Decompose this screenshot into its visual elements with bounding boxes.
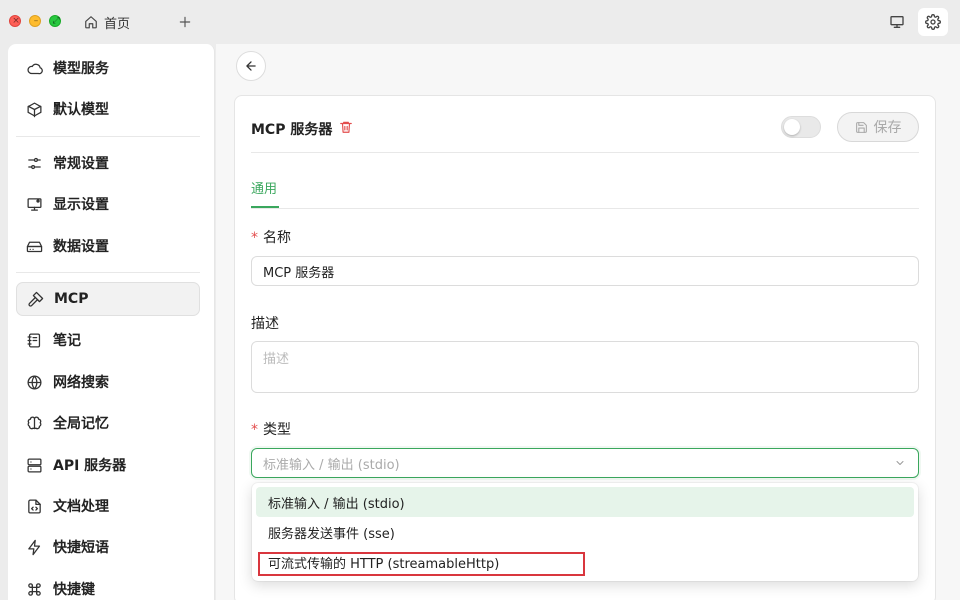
sidebar-item-quick-phrases[interactable]: 快捷短语 bbox=[16, 530, 200, 564]
sidebar-item-mcp[interactable]: MCP bbox=[16, 282, 200, 316]
monitor-icon bbox=[27, 197, 42, 211]
header-divider bbox=[251, 152, 919, 153]
title-bar: × – ⤢ 首页 bbox=[0, 0, 960, 44]
save-button-label: 保存 bbox=[873, 120, 902, 136]
sliders-icon bbox=[28, 157, 41, 169]
sidebar-item-label: 全局记忆 bbox=[53, 416, 109, 432]
required-marker: * bbox=[251, 422, 258, 438]
type-field-label: * 类型 bbox=[251, 422, 291, 438]
plus-icon bbox=[179, 16, 191, 28]
sidebar-divider bbox=[16, 136, 200, 137]
type-option-sse[interactable]: 服务器发送事件 (sse) bbox=[256, 517, 914, 547]
sidebar-item-web-search[interactable]: 网络搜索 bbox=[16, 365, 200, 399]
description-placeholder: 描述 bbox=[263, 352, 290, 367]
sidebar-item-label: API 服务器 bbox=[53, 458, 127, 474]
back-button[interactable] bbox=[236, 51, 266, 81]
home-icon bbox=[85, 16, 97, 29]
sidebar-item-label: MCP bbox=[54, 291, 89, 307]
gear-icon bbox=[925, 14, 941, 30]
sidebar-item-default-model[interactable]: 默认模型 bbox=[16, 92, 200, 126]
highlight-annotation-box bbox=[258, 552, 585, 576]
trash-icon[interactable] bbox=[339, 120, 353, 134]
type-select[interactable]: 标准输入 / 输出 (stdio) bbox=[251, 448, 919, 478]
monitor-icon bbox=[890, 15, 904, 28]
save-icon bbox=[855, 121, 867, 133]
tab-home-label: 首页 bbox=[104, 16, 131, 32]
sidebar-item-document-processing[interactable]: 文档处理 bbox=[16, 489, 200, 523]
zap-icon bbox=[28, 539, 41, 555]
name-field[interactable]: MCP 服务器 bbox=[251, 256, 919, 286]
chevron-down-icon bbox=[896, 461, 904, 465]
sidebar-item-label: 模型服务 bbox=[53, 61, 109, 77]
sidebar-item-label: 快捷键 bbox=[53, 582, 95, 598]
required-marker: * bbox=[251, 230, 258, 246]
display-mode-button[interactable] bbox=[882, 8, 912, 36]
tab-general[interactable]: 通用 bbox=[251, 178, 277, 197]
type-option-stdio[interactable]: 标准输入 / 输出 (stdio) bbox=[256, 487, 914, 517]
description-field[interactable]: 描述 bbox=[251, 341, 919, 393]
cube-icon bbox=[27, 101, 42, 117]
sidebar-item-data-settings[interactable]: 数据设置 bbox=[16, 229, 200, 263]
sidebar-item-label: 显示设置 bbox=[53, 197, 109, 213]
minimize-window-button[interactable]: – bbox=[29, 15, 41, 27]
name-field-label: * 名称 bbox=[251, 230, 291, 246]
command-icon bbox=[28, 582, 41, 596]
settings-button[interactable] bbox=[918, 8, 948, 36]
zoom-window-button[interactable]: ⤢ bbox=[49, 15, 61, 27]
sidebar-item-notes[interactable]: 笔记 bbox=[16, 323, 200, 357]
tabs-divider bbox=[251, 208, 919, 209]
tab-home[interactable]: 首页 bbox=[84, 12, 130, 32]
hammer-icon bbox=[28, 291, 44, 307]
settings-sidebar: 模型服务 默认模型 常规设置 显示设置 数据设置 MCP 笔记 网络搜索 全局记… bbox=[8, 44, 215, 600]
server-title: MCP 服务器 bbox=[251, 122, 333, 138]
sidebar-item-label: 快捷短语 bbox=[53, 540, 109, 556]
globe-icon bbox=[27, 374, 42, 390]
sidebar-item-label: 数据设置 bbox=[53, 239, 109, 255]
sidebar-item-shortcuts[interactable]: 快捷键 bbox=[16, 572, 200, 600]
server-icon bbox=[27, 457, 42, 473]
sidebar-item-general-settings[interactable]: 常规设置 bbox=[16, 146, 200, 180]
file-code-icon bbox=[28, 498, 41, 514]
sidebar-item-label: 文档处理 bbox=[53, 499, 109, 515]
notebook-icon bbox=[27, 332, 41, 348]
name-field-value: MCP 服务器 bbox=[263, 265, 335, 281]
sidebar-item-label: 默认模型 bbox=[53, 102, 109, 118]
sidebar-item-label: 常规设置 bbox=[53, 156, 109, 172]
server-enabled-toggle[interactable] bbox=[781, 116, 821, 138]
sidebar-item-label: 网络搜索 bbox=[53, 375, 109, 391]
cloud-icon bbox=[27, 63, 43, 74]
sidebar-item-label: 笔记 bbox=[53, 333, 81, 349]
sidebar-item-display-settings[interactable]: 显示设置 bbox=[16, 187, 200, 221]
drive-icon bbox=[26, 241, 43, 252]
close-window-button[interactable]: × bbox=[9, 15, 21, 27]
arrow-left-icon bbox=[246, 61, 256, 71]
add-tab-button[interactable] bbox=[176, 12, 194, 32]
sidebar-divider bbox=[16, 272, 200, 273]
sidebar-item-global-memory[interactable]: 全局记忆 bbox=[16, 406, 200, 440]
description-field-label: 描述 bbox=[251, 316, 279, 332]
save-button[interactable]: 保存 bbox=[837, 112, 919, 142]
brain-icon bbox=[27, 416, 42, 429]
type-select-value: 标准输入 / 输出 (stdio) bbox=[263, 457, 400, 473]
sidebar-item-model-service[interactable]: 模型服务 bbox=[16, 51, 200, 85]
toggle-knob bbox=[784, 119, 800, 135]
sidebar-item-api-server[interactable]: API 服务器 bbox=[16, 448, 200, 482]
